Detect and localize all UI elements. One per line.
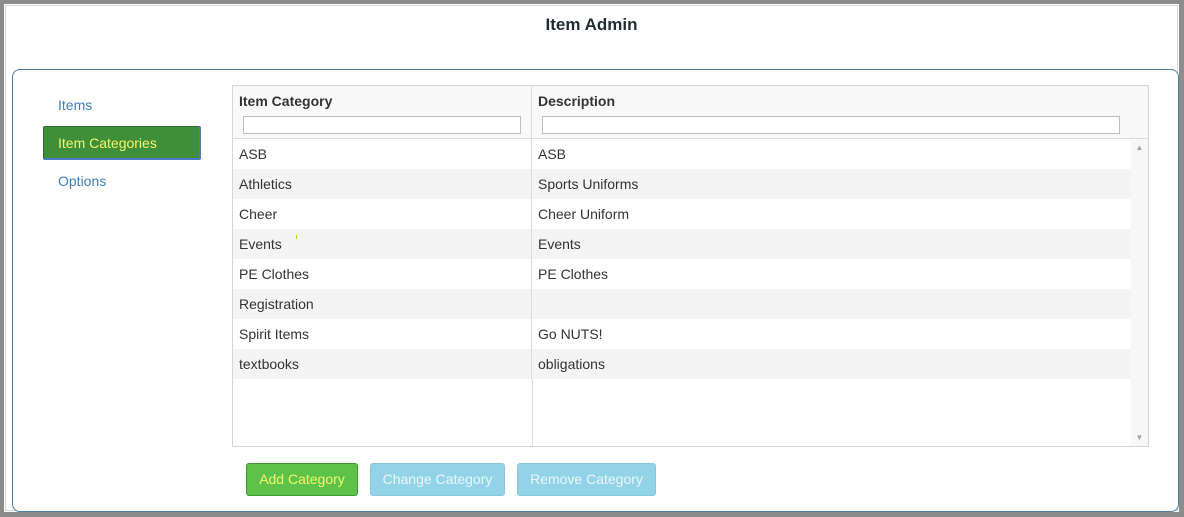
grid-body: ASB ASB Athletics Sports Uniforms Cheer …: [233, 139, 1131, 446]
category-cell-text: Events: [239, 236, 282, 252]
grid-scrollbar[interactable]: ▲ ▼: [1131, 139, 1148, 446]
category-cell: Spirit Items: [233, 319, 532, 349]
grid-header: Item Category Description: [233, 86, 1148, 139]
column-divider: [532, 379, 533, 446]
app-window: Item Admin Items Item Categories Options…: [0, 0, 1184, 517]
table-row[interactable]: Cheer Cheer Uniform: [233, 199, 1131, 229]
item-category-grid: Item Category Description ASB ASB Athlet…: [232, 85, 1149, 447]
column-header-item-category[interactable]: Item Category: [233, 86, 532, 139]
arrow-down-icon[interactable]: ▼: [1131, 429, 1148, 446]
category-cell: Registration: [233, 289, 532, 319]
description-cell: ASB: [538, 146, 567, 162]
description-filter-input[interactable]: [542, 116, 1120, 134]
page-title: Item Admin: [545, 15, 638, 34]
table-row[interactable]: Athletics Sports Uniforms: [233, 169, 1131, 199]
category-cell: Cheer: [233, 199, 532, 229]
item-category-filter-input[interactable]: [243, 116, 521, 134]
description-cell: Go NUTS!: [538, 326, 603, 342]
sidebar-nav: Items Item Categories Options: [43, 88, 201, 202]
description-cell: PE Clothes: [538, 266, 609, 282]
table-row[interactable]: Events Events: [233, 229, 1131, 259]
cursor-mark: [296, 235, 297, 239]
sidebar-item-items[interactable]: Items: [43, 88, 201, 122]
sidebar-item-item-categories[interactable]: Item Categories: [43, 126, 201, 160]
column-header-description[interactable]: Description: [532, 86, 1122, 139]
add-category-button[interactable]: Add Category: [246, 463, 358, 496]
description-cell: Events: [538, 236, 581, 252]
column-header-label: Description: [538, 93, 616, 109]
change-category-button[interactable]: Change Category: [370, 463, 505, 496]
remove-category-button[interactable]: Remove Category: [517, 463, 656, 496]
arrow-up-icon[interactable]: ▲: [1131, 139, 1148, 156]
main-panel: Items Item Categories Options Item Categ…: [12, 69, 1179, 512]
description-cell: Sports Uniforms: [538, 176, 639, 192]
description-cell: obligations: [538, 356, 605, 372]
table-row[interactable]: PE Clothes PE Clothes: [233, 259, 1131, 289]
description-cell: [532, 289, 1131, 319]
description-cell: Cheer Uniform: [538, 206, 630, 222]
column-header-label: Item Category: [239, 93, 333, 109]
category-cell: textbooks: [233, 349, 532, 379]
category-cell: ASB: [233, 139, 532, 169]
table-row[interactable]: ASB ASB: [233, 139, 1131, 169]
category-cell: Events: [233, 229, 532, 259]
category-cell: Athletics: [233, 169, 532, 199]
sidebar-item-options[interactable]: Options: [43, 164, 201, 198]
table-row[interactable]: textbooks obligations: [233, 349, 1131, 379]
table-row[interactable]: Spirit Items Go NUTS!: [233, 319, 1131, 349]
category-cell: PE Clothes: [233, 259, 532, 289]
table-row[interactable]: Registration: [233, 289, 1131, 319]
